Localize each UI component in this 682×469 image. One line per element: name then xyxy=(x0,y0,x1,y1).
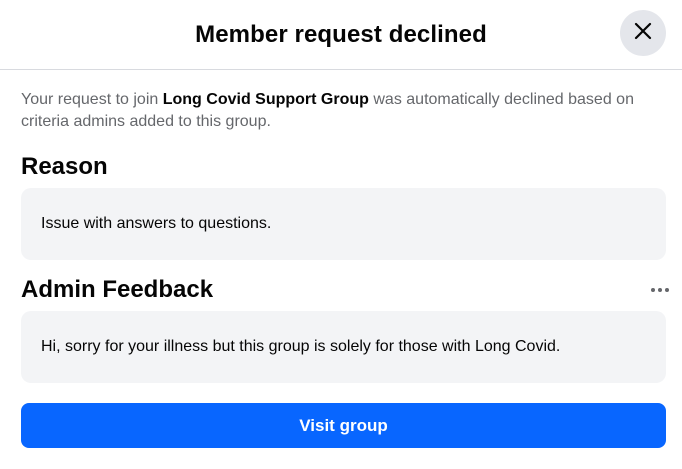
reason-text: Issue with answers to questions. xyxy=(41,215,272,232)
admin-feedback-heading: Admin Feedback xyxy=(21,276,214,303)
group-name: Long Covid Support Group xyxy=(162,91,369,108)
member-request-dialog: Member request declined Your request to … xyxy=(0,0,682,469)
reason-card: Issue with answers to questions. xyxy=(21,188,666,260)
dialog-title: Member request declined xyxy=(195,20,487,48)
more-horizontal-icon[interactable] xyxy=(648,280,672,300)
visit-group-button[interactable]: Visit group xyxy=(21,403,666,448)
intro-prefix: Your request to join xyxy=(21,91,163,108)
admin-feedback-card: Hi, sorry for your illness but this grou… xyxy=(21,311,666,383)
reason-heading: Reason xyxy=(21,153,108,180)
close-icon xyxy=(634,22,652,45)
admin-feedback-header: Admin Feedback xyxy=(21,274,669,306)
dialog-content: Your request to join Long Covid Support … xyxy=(0,89,682,448)
admin-feedback-text: Hi, sorry for your illness but this grou… xyxy=(41,338,561,355)
dialog-header: Member request declined xyxy=(0,0,682,70)
close-button[interactable] xyxy=(620,10,666,56)
intro-text: Your request to join Long Covid Support … xyxy=(21,89,666,133)
